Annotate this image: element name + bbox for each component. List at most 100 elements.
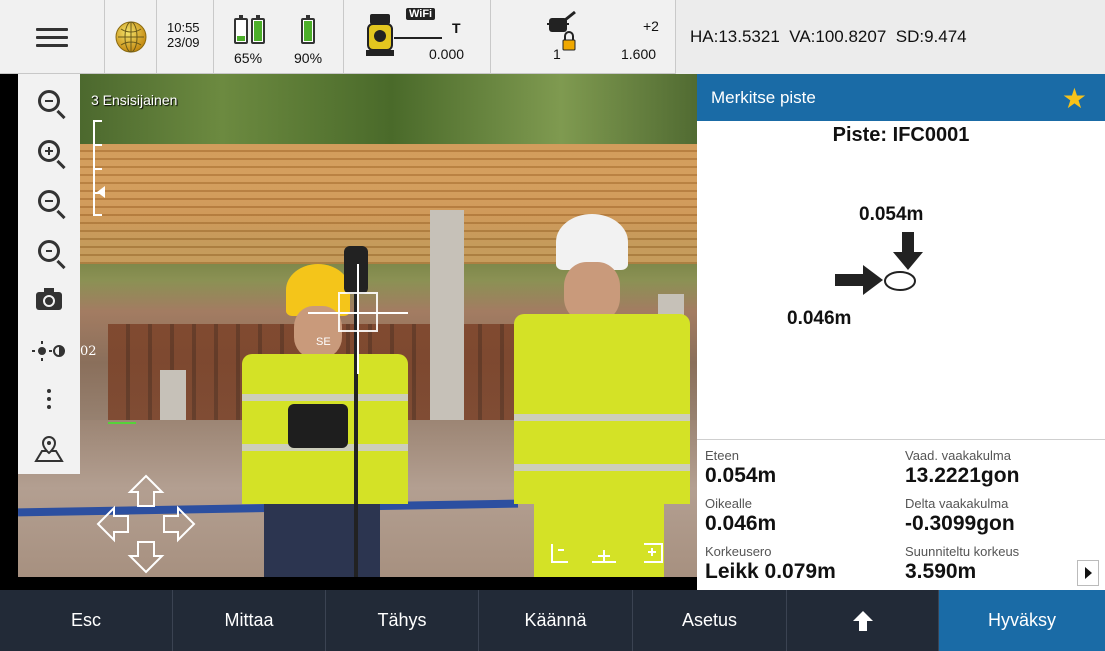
side-number: 02 (80, 344, 97, 359)
eteen-label: Eteen (705, 448, 739, 463)
delta-vaakakulma-value: -0.3099gon (905, 512, 1015, 535)
view-corner-icon[interactable] (551, 544, 568, 563)
eteen-value: 0.054m (705, 464, 777, 487)
target-offset: +2 (643, 18, 659, 34)
zoom-extents-button[interactable] (18, 78, 80, 124)
camera-bottom-edge (18, 577, 697, 590)
panel-divider (697, 439, 1105, 440)
target-number: 1 (553, 46, 561, 62)
battery-status[interactable]: 65% 90% (214, 0, 344, 74)
shift-button[interactable] (787, 590, 939, 651)
view-level-icon[interactable] (592, 550, 616, 563)
down-arrow-icon (893, 232, 923, 270)
suunniteltu-korkeus-label: Suunniteltu korkeus (905, 544, 1020, 559)
direction-pad[interactable] (96, 474, 196, 574)
right-arrow-icon (835, 265, 883, 295)
instrument-status[interactable]: WiFi T 0.000 (344, 0, 491, 74)
zoom-in-icon (38, 140, 60, 162)
dpad-right-arrow[interactable] (163, 505, 196, 543)
korkeusero-label: Korkeusero (705, 544, 772, 559)
delta-vaakakulma-label: Delta vaakakulma (905, 496, 1009, 511)
oikealle-value: 0.046m (705, 512, 777, 535)
hamburger-menu-icon (36, 23, 68, 52)
controller-device (288, 404, 348, 448)
wifi-link-line (394, 37, 442, 39)
zoom-previous-button[interactable] (18, 228, 80, 274)
battery-right-percent: 90% (294, 50, 323, 66)
target-status[interactable]: 1 +2 1.600 (491, 0, 676, 74)
esc-button[interactable]: Esc (0, 590, 173, 651)
vaad-vaakakulma-label: Vaad. vaakakulma (905, 448, 1011, 463)
snapshot-button[interactable] (18, 278, 80, 324)
crosshair (308, 264, 408, 374)
right-delta-label: 0.046m (787, 308, 852, 329)
angle-distance-readout[interactable]: HA:13.5321 VA:100.8207 SD:9.474 (676, 0, 1105, 74)
battery-mid-fill (254, 21, 262, 41)
battery-left-icon (234, 15, 248, 44)
forward-delta-label: 0.054m (859, 204, 924, 225)
hi-vis-jacket (514, 314, 690, 504)
battery-left-percent: 65% (234, 50, 263, 66)
time-text: 10:55 (167, 20, 200, 35)
battery-right-icon (301, 15, 315, 44)
korkeusero-value: Leikk 0.079m (705, 560, 836, 583)
zoom-out-icon (38, 190, 60, 212)
zoom-in-button[interactable] (18, 128, 80, 174)
background-trees (18, 74, 697, 144)
stakeout-deltas: Eteen 0.054m Oikealle 0.046m Korkeusero … (697, 444, 1105, 590)
accept-button[interactable]: Hyväksy (939, 590, 1105, 651)
menu-button[interactable] (0, 0, 105, 74)
map-button[interactable] (18, 426, 80, 472)
zoom-out-button[interactable] (18, 178, 80, 224)
brightness-button[interactable] (18, 328, 80, 374)
worker-standing (504, 214, 694, 590)
camera-toolbar (18, 74, 80, 474)
brightness-contrast-icon (32, 341, 65, 361)
favorite-star-icon[interactable]: ★ (1062, 82, 1087, 115)
instrument-mode: T (452, 20, 461, 36)
oikealle-label: Oikealle (705, 496, 752, 511)
date-text: 23/09 (167, 35, 200, 50)
softkey-bar: Esc Mittaa Tähys Käännä Asetus Hyväksy (0, 590, 1105, 651)
aim-button[interactable]: Tähys (326, 590, 479, 651)
turn-button[interactable]: Käännä (479, 590, 633, 651)
battery-mid-icon (251, 15, 265, 44)
instrument-value: 0.000 (429, 46, 465, 62)
zoom-scale (93, 120, 103, 216)
green-marker (108, 422, 136, 424)
crosshair-label: SE (316, 336, 331, 348)
stakeout-diagram: 0.054m 0.046m (697, 154, 1105, 434)
more-options-button[interactable] (18, 376, 80, 422)
globe-button[interactable] (105, 0, 157, 74)
wifi-badge: WiFi (406, 8, 436, 20)
measure-button[interactable]: Mittaa (173, 590, 326, 651)
zoom-level-marker (97, 186, 105, 198)
zoom-extents-icon (38, 90, 60, 112)
panel-header: Merkitse piste ★ (697, 74, 1105, 121)
dpad-down-arrow[interactable] (127, 541, 165, 574)
battery-right-fill (304, 21, 312, 41)
target-height: 1.600 (621, 46, 657, 62)
dpad-up-arrow[interactable] (127, 474, 165, 507)
arrow-up-icon (852, 610, 873, 631)
view-add-icon[interactable] (644, 543, 663, 563)
next-page-button[interactable] (1077, 560, 1099, 586)
target-point-circle (884, 271, 916, 291)
prism-target-icon (547, 10, 576, 51)
camera-icon (36, 288, 62, 310)
vaad-vaakakulma-value: 13.2221gon (905, 464, 1020, 487)
point-title: Piste: IFC0001 (832, 124, 970, 146)
panel-title: Merkitse piste (711, 87, 816, 107)
map-pin-icon (34, 435, 64, 462)
hva-readout-text: HA:13.5321 VA:100.8207 SD:9.474 (690, 27, 967, 46)
dpad-left-arrow[interactable] (96, 505, 129, 543)
camera-view-label: 3 Ensisijainen (91, 92, 178, 108)
battery-left-fill (237, 35, 245, 41)
suunniteltu-korkeus-value: 3.590m (905, 560, 977, 583)
settings-button[interactable]: Asetus (633, 590, 787, 651)
globe-icon (115, 21, 146, 53)
camera-view[interactable]: 3 Ensisijainen SE 02 (18, 74, 697, 590)
view-mode-icons[interactable] (548, 540, 668, 566)
status-bar: 10:55 23/09 65% 90% WiFi T 0.000 1 +2 1.… (0, 0, 1105, 74)
worker-head (564, 262, 620, 322)
